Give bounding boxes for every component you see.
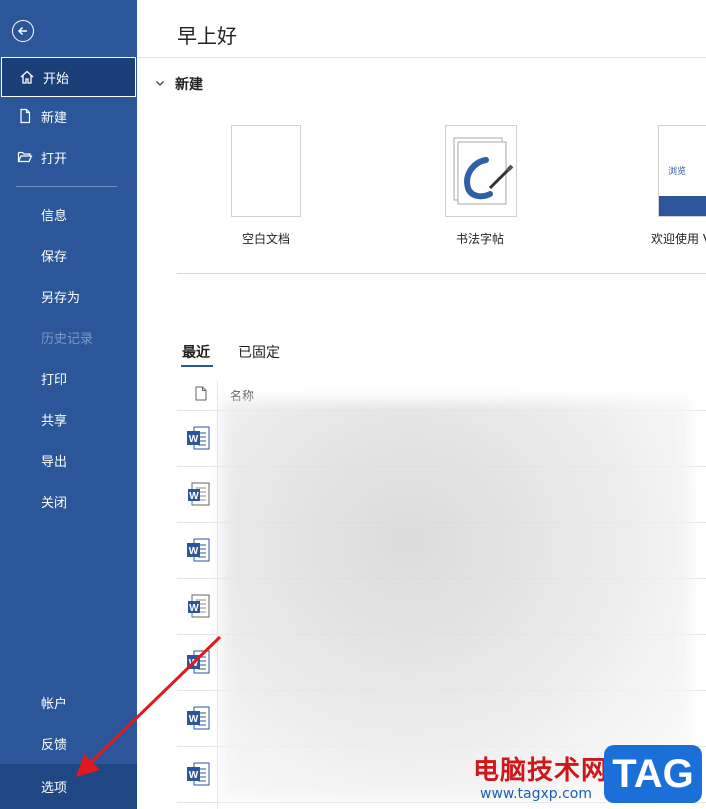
template-label: 欢迎使用 V xyxy=(651,232,706,246)
backstage-main: 早上好 新建 空白文档 书法字帖 浏览 欢迎使用 V 最近 已固定 名称 W W… xyxy=(137,0,706,809)
sidebar-item-label: 反馈 xyxy=(41,737,68,753)
new-section-title: 新建 xyxy=(175,77,203,93)
sidebar-item-label: 开始 xyxy=(43,71,70,87)
svg-text:W: W xyxy=(189,546,199,557)
sidebar-item-label: 打开 xyxy=(41,151,68,167)
sidebar-item-save[interactable]: 保存 xyxy=(0,235,137,275)
template-label: 空白文档 xyxy=(242,232,291,246)
sidebar-item-label: 共享 xyxy=(41,413,68,429)
new-doc-icon xyxy=(16,107,34,125)
page-title: 早上好 xyxy=(177,24,237,48)
template-thumb-text: 浏览 xyxy=(668,167,687,177)
back-button[interactable] xyxy=(12,20,34,42)
watermark-logo: TAG xyxy=(604,745,702,803)
watermark-url: www.tagxp.com xyxy=(480,786,592,802)
sidebar-item-share[interactable]: 共享 xyxy=(0,399,137,439)
svg-text:W: W xyxy=(189,714,199,725)
watermark-text: 电脑技术网 xyxy=(473,756,609,786)
sidebar-item-feedback[interactable]: 反馈 xyxy=(0,723,137,763)
new-section-header[interactable]: 新建 xyxy=(155,74,203,94)
template-thumbnail xyxy=(231,125,301,217)
word-doc-icon: W xyxy=(185,761,211,787)
svg-text:W: W xyxy=(189,770,199,781)
sidebar-item-home[interactable]: 开始 xyxy=(1,57,136,97)
word-doc-icon: W xyxy=(185,705,211,731)
sidebar-item-label: 信息 xyxy=(41,208,68,224)
tab-recent[interactable]: 最近 xyxy=(182,342,210,362)
folder-open-icon xyxy=(16,148,34,166)
sidebar-item-label: 打印 xyxy=(41,372,68,388)
sidebar-item-new[interactable]: 新建 xyxy=(0,96,137,136)
sidebar-item-label: 导出 xyxy=(41,454,68,470)
sidebar-item-open[interactable]: 打开 xyxy=(0,137,137,177)
sidebar-item-label: 关闭 xyxy=(41,495,68,511)
sidebar-item-save-as[interactable]: 另存为 xyxy=(0,276,137,316)
template-welcome[interactable]: 浏览 xyxy=(658,125,706,217)
sidebar-item-label: 新建 xyxy=(41,110,68,126)
chevron-down-icon xyxy=(155,76,165,92)
template-thumbnail xyxy=(445,125,517,217)
template-label: 书法字帖 xyxy=(456,232,505,246)
sidebar-item-history: 历史记录 xyxy=(0,317,137,357)
sidebar-divider xyxy=(16,186,117,187)
sidebar-item-account[interactable]: 帐户 xyxy=(0,682,137,722)
sidebar-item-label: 另存为 xyxy=(41,290,81,306)
header-divider xyxy=(137,57,706,58)
word-doc-icon: W xyxy=(185,593,211,619)
word-doc-icon: W xyxy=(185,537,211,563)
word-doc-icon: W xyxy=(185,425,211,451)
sidebar-item-label: 保存 xyxy=(41,249,68,265)
tab-pinned[interactable]: 已固定 xyxy=(238,342,280,362)
word-doc-icon: W xyxy=(185,481,211,507)
template-calligraphy[interactable] xyxy=(445,125,517,217)
sidebar-item-label: 历史记录 xyxy=(41,331,94,347)
arrow-left-icon xyxy=(17,26,27,36)
word-doc-icon: W xyxy=(185,649,211,675)
svg-text:W: W xyxy=(189,434,199,445)
svg-text:W: W xyxy=(189,491,199,502)
calligraphy-icon xyxy=(453,137,514,205)
file-type-icon xyxy=(195,386,207,405)
sidebar-item-label: 帐户 xyxy=(41,696,68,712)
sidebar-item-options[interactable]: 选项 xyxy=(0,764,137,809)
section-divider xyxy=(177,273,706,274)
sidebar-item-info[interactable]: 信息 xyxy=(0,194,137,234)
backstage-sidebar: 开始 新建 打开 信息 保存 另存为 历史记录 打印 共享 导出 关闭 帐户 反… xyxy=(0,0,137,809)
blurred-file-list xyxy=(221,400,691,800)
sidebar-item-print[interactable]: 打印 xyxy=(0,358,137,398)
sidebar-item-export[interactable]: 导出 xyxy=(0,440,137,480)
template-blank[interactable] xyxy=(231,125,301,217)
sidebar-item-close[interactable]: 关闭 xyxy=(0,481,137,521)
tab-active-indicator xyxy=(181,365,213,367)
template-thumbnail: 浏览 xyxy=(658,125,706,217)
template-thumb-band xyxy=(659,196,706,216)
column-divider xyxy=(217,381,218,809)
home-icon xyxy=(18,68,36,86)
sidebar-item-label: 选项 xyxy=(41,781,68,796)
svg-text:W: W xyxy=(189,603,199,614)
svg-text:W: W xyxy=(189,658,199,669)
